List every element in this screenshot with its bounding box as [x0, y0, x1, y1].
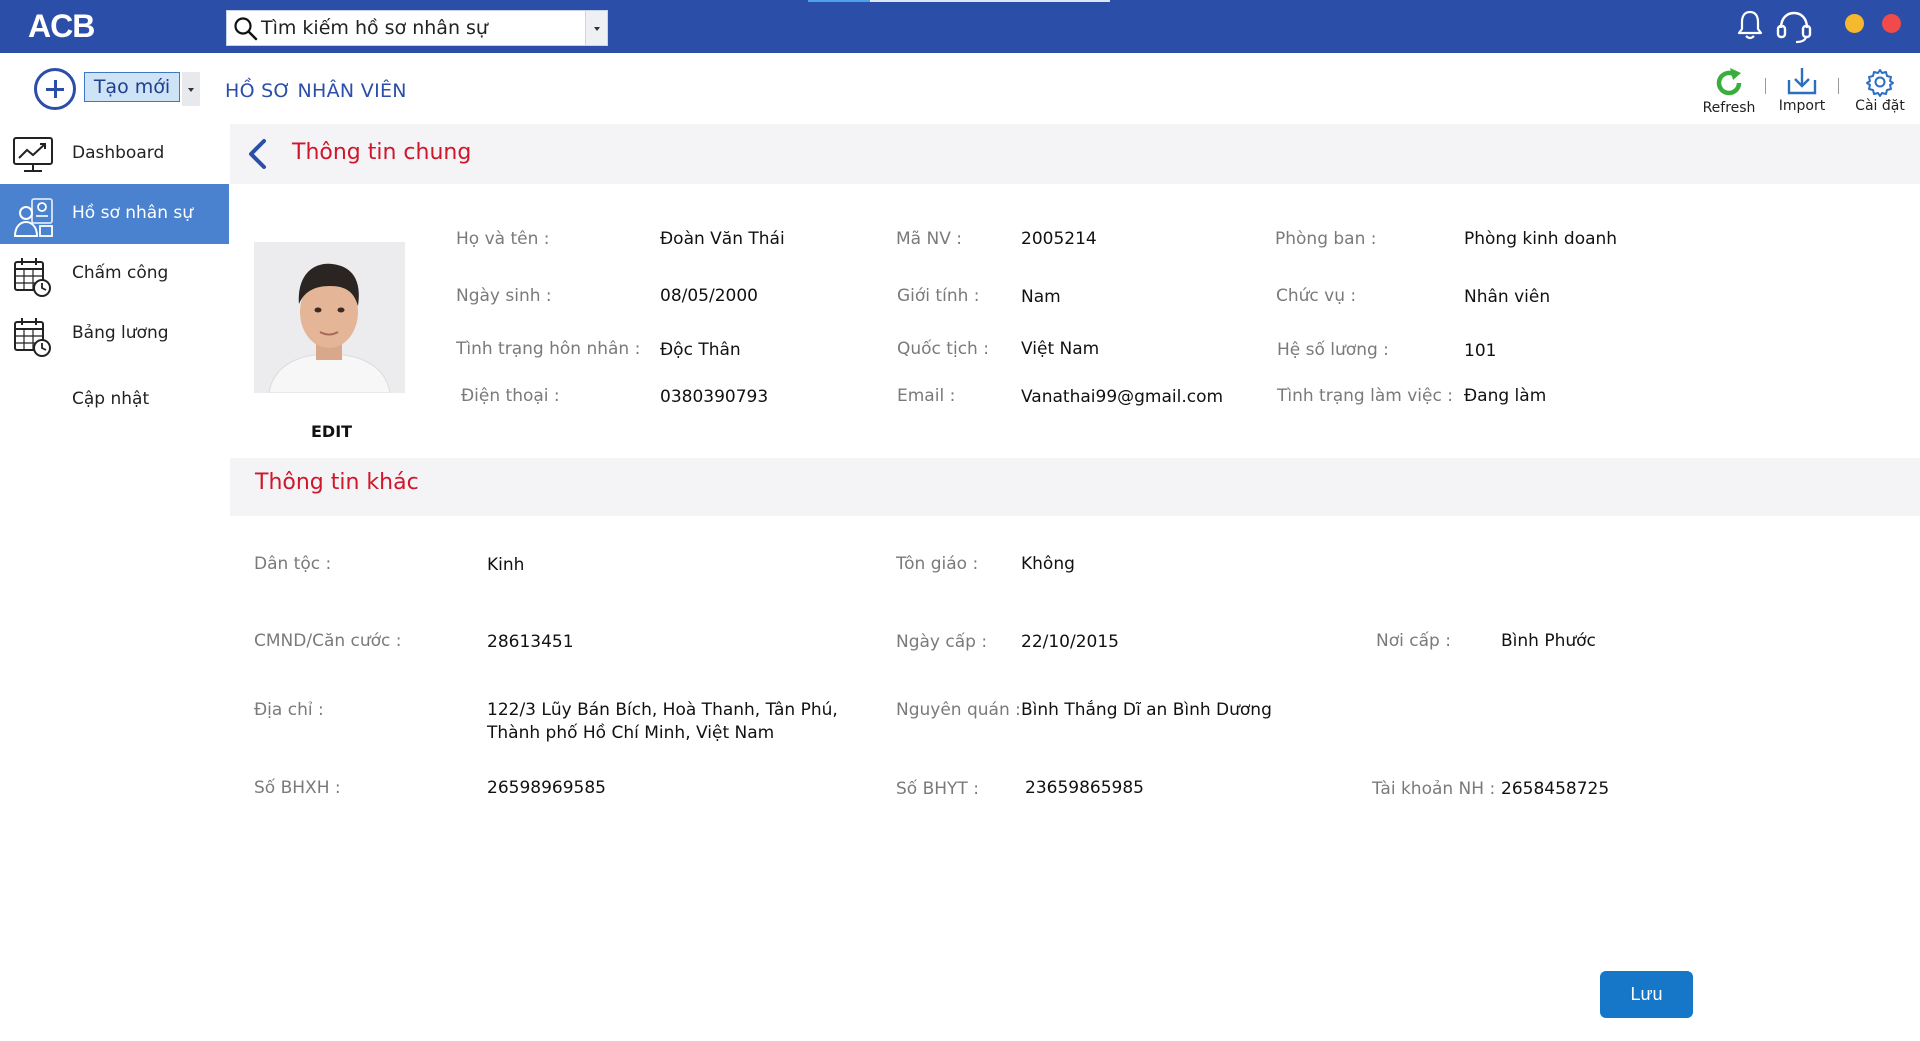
label-bank-account: Tài khoản NH :	[1372, 779, 1496, 799]
label-issue-place: Nơi cấp :	[1376, 631, 1451, 651]
sidebar-item-label: Hồ sơ nhân sự	[72, 203, 194, 223]
label-phone: Điện thoại :	[461, 386, 560, 406]
label-address: Địa chỉ :	[254, 700, 324, 720]
sidebar-item-payroll[interactable]: Bảng lương	[0, 304, 229, 364]
people-icon	[13, 198, 53, 237]
label-id-card: CMND/Căn cước :	[254, 631, 402, 651]
refresh-label: Refresh	[1702, 100, 1756, 116]
value-ethnicity: Kinh	[487, 555, 525, 575]
page-title: HỒ SƠ NHÂN VIÊN	[225, 80, 407, 102]
label-salary-coefficient: Hệ số lương :	[1277, 340, 1389, 360]
avatar	[254, 242, 405, 393]
label-full-name: Họ và tên :	[456, 229, 550, 249]
bell-icon[interactable]	[1736, 8, 1764, 42]
label-work-status: Tình trạng làm việc :	[1277, 386, 1453, 406]
toolbar-separator	[1765, 78, 1766, 94]
value-health-insurance: 23659865985	[1025, 778, 1144, 798]
search-icon	[234, 17, 258, 41]
employee-photo	[254, 242, 405, 393]
value-nationality: Việt Nam	[1021, 339, 1100, 359]
value-issue-place: Bình Phước	[1501, 631, 1596, 651]
value-social-insurance: 26598969585	[487, 778, 606, 798]
value-salary-coefficient: 101	[1464, 341, 1497, 361]
top-bar: ACB	[0, 0, 1920, 53]
value-issue-date: 22/10/2015	[1021, 632, 1119, 652]
title-strip-accent	[808, 0, 870, 2]
sidebar-item-label: Chấm công	[72, 263, 169, 283]
close-button[interactable]	[1882, 14, 1901, 33]
label-hometown: Nguyên quán :	[896, 700, 1021, 720]
gear-icon	[1866, 69, 1894, 97]
value-phone: 0380390793	[660, 387, 769, 407]
label-health-insurance: Số BHYT :	[896, 779, 979, 799]
calendar-clock-icon	[14, 318, 51, 357]
create-new-dropdown[interactable]	[182, 72, 200, 106]
label-employee-id: Mã NV :	[896, 229, 962, 249]
app-logo: ACB	[28, 8, 95, 44]
save-button[interactable]: Lưu	[1600, 971, 1693, 1018]
value-email: Vanathai99@gmail.com	[1021, 387, 1224, 407]
add-icon[interactable]	[34, 68, 76, 110]
label-issue-date: Ngày cấp :	[896, 632, 988, 652]
value-position: Nhân viên	[1464, 287, 1551, 307]
label-marital-status: Tình trạng hôn nhân :	[456, 339, 641, 359]
refresh-button[interactable]: Refresh	[1698, 66, 1760, 116]
label-department: Phòng ban :	[1275, 229, 1377, 249]
download-icon	[1787, 68, 1817, 95]
other-info-header	[230, 458, 1920, 516]
create-new-button[interactable]: Tạo mới	[84, 72, 180, 102]
label-ethnicity: Dân tộc :	[254, 554, 332, 574]
value-address: 122/3 Lũy Bán Bích, Hoà Thanh, Tân Phú, …	[487, 700, 838, 743]
sidebar-item-employee-records[interactable]: Hồ sơ nhân sự	[0, 184, 229, 244]
search-box[interactable]	[226, 10, 608, 46]
value-work-status: Đang làm	[1464, 386, 1547, 406]
sidebar-item-update[interactable]: Cập nhật	[0, 370, 229, 430]
headset-icon[interactable]	[1774, 8, 1814, 46]
label-position: Chức vụ :	[1276, 286, 1357, 306]
chart-icon	[13, 137, 53, 172]
sidebar-item-label: Cập nhật	[72, 389, 150, 409]
settings-label: Cài đặt	[1855, 98, 1905, 114]
settings-button[interactable]: Cài đặt	[1852, 66, 1908, 114]
label-email: Email :	[897, 386, 956, 406]
value-bank-account: 2658458725	[1501, 779, 1610, 799]
import-label: Import	[1778, 98, 1826, 114]
value-employee-id: 2005214	[1021, 229, 1097, 249]
value-hometown: Bình Thắng Dĩ an Bình Dương	[1021, 700, 1272, 720]
search-dropdown-button[interactable]	[585, 11, 607, 45]
refresh-icon	[1716, 68, 1742, 96]
value-full-name: Đoàn Văn Thái	[660, 229, 785, 249]
minimize-button[interactable]	[1845, 14, 1864, 33]
sidebar-item-dashboard[interactable]: Dashboard	[0, 124, 229, 184]
value-marital-status: Độc Thân	[660, 340, 741, 360]
value-department: Phòng kinh doanh	[1464, 229, 1618, 249]
toolbar-separator	[1838, 78, 1839, 94]
sidebar-item-label: Dashboard	[72, 143, 165, 163]
label-gender: Giới tính :	[897, 286, 980, 306]
value-gender: Nam	[1021, 287, 1061, 307]
general-info-header	[230, 124, 1920, 184]
label-dob: Ngày sinh :	[456, 286, 552, 306]
section-title-other: Thông tin khác	[255, 470, 419, 495]
calendar-clock-icon	[14, 258, 51, 297]
back-arrow-icon[interactable]	[246, 138, 268, 170]
section-title-general: Thông tin chung	[292, 140, 472, 165]
sidebar-item-label: Bảng lương	[72, 323, 169, 343]
import-button[interactable]: Import	[1776, 66, 1828, 114]
search-input[interactable]	[261, 14, 571, 42]
sidebar-item-timekeeping[interactable]: Chấm công	[0, 244, 229, 304]
value-dob: 08/05/2000	[660, 286, 758, 306]
edit-photo-button[interactable]: EDIT	[311, 422, 352, 441]
label-social-insurance: Số BHXH :	[254, 778, 341, 798]
label-religion: Tôn giáo :	[896, 554, 979, 574]
label-nationality: Quốc tịch :	[897, 339, 989, 359]
value-religion: Không	[1021, 554, 1075, 574]
value-id-card: 28613451	[487, 632, 574, 652]
